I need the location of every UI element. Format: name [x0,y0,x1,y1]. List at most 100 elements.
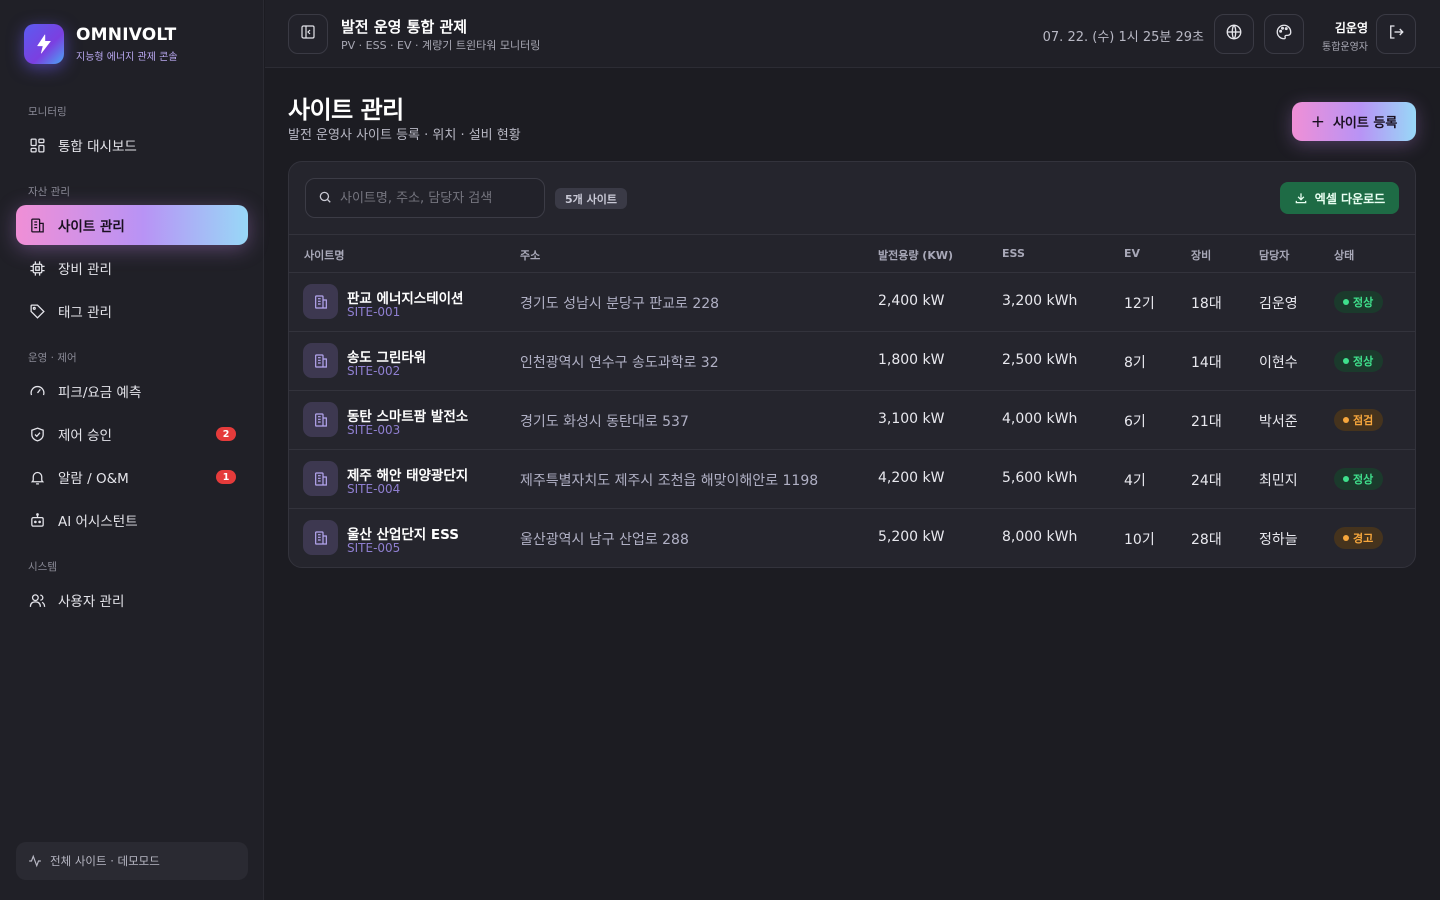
lightning-logo-icon [24,24,64,64]
demo-mode-indicator[interactable]: 전체 사이트 · 데모모드 [16,842,248,880]
theme-button[interactable] [1264,14,1304,54]
building-icon [303,284,338,319]
current-datetime: 07. 22. (수) 1시 25분 29초 [1042,30,1204,45]
sidebar-item-alarms[interactable]: 알람 / O&M 1 [16,457,248,497]
sites-table: 사이트명 주소 발전용량 (KW) ESS EV 장비 담당자 상태 판교 에너… [289,234,1415,567]
site-ess: 4,000 kWh [1002,411,1078,427]
table-row[interactable]: 제주 해안 태양광단지 SITE-004 제주특별자치도 제주시 조천읍 해맞이… [289,450,1415,509]
site-code: SITE-001 [347,305,401,319]
sidebar-item-control-approval[interactable]: 제어 승인 2 [16,414,248,454]
brand-subtitle: 지능형 에너지 관제 콘솔 [76,52,178,63]
site-manager: 최민지 [1259,473,1298,489]
header-title: 발전 운영 통합 관제 [341,18,468,36]
site-capacity: 1,800 kW [878,352,945,368]
table-row[interactable]: 판교 에너지스테이션 SITE-001 경기도 성남시 분당구 판교로 228 … [289,273,1415,332]
site-name[interactable]: 동탄 스마트팜 발전소 [347,405,468,425]
site-name[interactable]: 울산 산업단지 ESS [347,523,459,543]
site-ev: 4기 [1124,473,1146,489]
table-row[interactable]: 송도 그린타워 SITE-002 인천광역시 연수구 송도과학로 32 1,80… [289,332,1415,391]
column-header-equipment[interactable]: 장비 [1191,247,1211,263]
sidebar-item-label: 제어 승인 [58,428,112,444]
site-address: 경기도 성남시 분당구 판교로 228 [520,296,720,312]
column-header-ess[interactable]: ESS [1002,247,1025,260]
site-equipment: 21대 [1191,414,1222,430]
site-code: SITE-002 [347,364,401,378]
site-equipment: 28대 [1191,532,1222,548]
column-header-name[interactable]: 사이트명 [304,247,344,263]
site-equipment: 24대 [1191,473,1222,489]
search-box[interactable] [305,178,545,218]
site-code: SITE-005 [347,541,401,555]
status-badge: 정상 [1334,468,1384,490]
excel-download-button[interactable]: 엑셀 다운로드 [1280,182,1399,214]
top-header: 발전 운영 통합 관제 PV · ESS · EV · 계량기 트윈타워 모니터… [265,0,1440,68]
brand-name: OMNIVOLT [76,25,177,45]
site-ev: 10기 [1124,532,1155,548]
language-button[interactable] [1214,14,1254,54]
column-header-manager[interactable]: 담당자 [1259,247,1289,263]
building-icon [303,343,338,378]
sidebar-item-tags[interactable]: 태그 관리 [16,291,248,331]
site-ev: 8기 [1124,355,1146,371]
bell-icon [28,468,46,486]
tag-icon [28,302,46,320]
site-name[interactable]: 송도 그린타워 [347,346,426,366]
table-row[interactable]: 동탄 스마트팜 발전소 SITE-003 경기도 화성시 동탄대로 537 3,… [289,391,1415,450]
building-icon [303,402,338,437]
building-icon [303,461,338,496]
column-header-ev[interactable]: EV [1124,247,1140,260]
sidebar-toggle-button[interactable] [288,14,328,54]
user-profile[interactable]: 김운영 통합운영자 [1312,19,1368,53]
sidebar: OMNIVOLT 지능형 에너지 관제 콘솔 모니터링 통합 대시보드 자산 관… [0,0,264,900]
site-manager: 김운영 [1259,296,1298,312]
site-manager: 정하늘 [1259,532,1298,548]
status-badge: 정상 [1334,291,1384,313]
sidebar-item-users[interactable]: 사용자 관리 [16,580,248,620]
excel-download-label: 엑셀 다운로드 [1314,191,1386,206]
column-header-status[interactable]: 상태 [1334,247,1354,263]
sites-card: 5개 사이트 엑셀 다운로드 사이트명 주소 발전용량 (KW) ESS EV … [288,161,1416,568]
sidebar-item-sites[interactable]: 사이트 관리 [16,205,248,245]
sidebar-item-peak-forecast[interactable]: 피크/요금 예측 [16,371,248,411]
site-name[interactable]: 제주 해안 태양광단지 [347,464,468,484]
nav-section-operations: 운영 · 제어 [28,352,77,364]
building-icon [28,216,46,234]
column-header-capacity[interactable]: 발전용량 (KW) [878,247,953,263]
logout-button[interactable] [1376,14,1416,54]
site-code: SITE-003 [347,423,401,437]
sidebar-item-label: 피크/요금 예측 [58,385,142,401]
table-header: 사이트명 주소 발전용량 (KW) ESS EV 장비 담당자 상태 [289,234,1415,273]
sidebar-item-label: 알람 / O&M [58,471,129,487]
download-icon [1294,191,1308,205]
site-code: SITE-004 [347,482,401,496]
site-ess: 2,500 kWh [1002,352,1078,368]
site-ess: 8,000 kWh [1002,529,1078,545]
sidebar-item-label: 장비 관리 [58,262,112,278]
site-ev: 6기 [1124,414,1146,430]
brand[interactable]: OMNIVOLT 지능형 에너지 관제 콘솔 [24,24,178,64]
plus-icon: + [1310,111,1325,132]
site-capacity: 3,100 kW [878,411,945,427]
search-icon [318,189,332,208]
search-input[interactable] [340,190,530,206]
user-role: 통합운영자 [1322,42,1368,53]
sidebar-item-ai-assistant[interactable]: AI 어시스턴트 [16,500,248,540]
shield-icon [28,425,46,443]
site-address: 제주특별자치도 제주시 조천읍 해맞이해안로 1198 [520,473,819,489]
site-address: 인천광역시 연수구 송도과학로 32 [520,355,719,371]
sidebar-item-label: 사이트 관리 [58,219,125,235]
nav-section-assets: 자산 관리 [28,186,70,198]
sidebar-item-dashboard[interactable]: 통합 대시보드 [16,125,248,165]
site-manager: 박서준 [1259,414,1298,430]
grid-icon [28,136,46,154]
column-header-address[interactable]: 주소 [520,247,540,263]
site-name[interactable]: 판교 에너지스테이션 [347,287,463,307]
site-count-badge: 5개 사이트 [555,188,627,209]
add-site-label: 사이트 등록 [1332,116,1398,131]
site-capacity: 2,400 kW [878,293,945,309]
sidebar-item-equipment[interactable]: 장비 관리 [16,248,248,288]
table-row[interactable]: 울산 산업단지 ESS SITE-005 울산광역시 남구 산업로 288 5,… [289,509,1415,567]
status-badge: 경고 [1334,527,1384,549]
site-manager: 이현수 [1259,355,1298,371]
add-site-button[interactable]: + 사이트 등록 [1292,102,1416,141]
